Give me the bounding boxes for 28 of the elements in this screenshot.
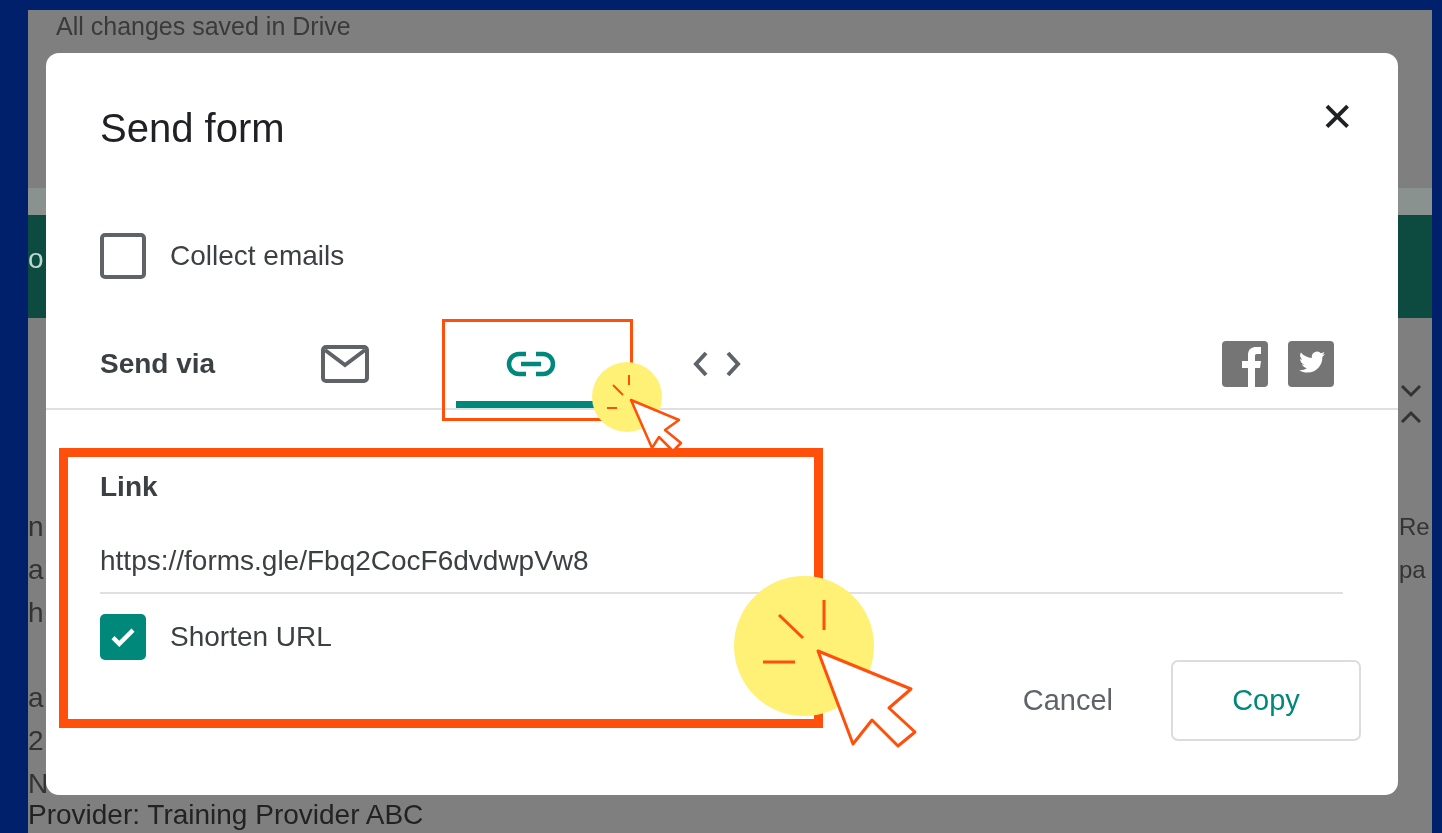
checkbox-label: Collect emails (170, 240, 345, 272)
background-text: h (28, 596, 44, 630)
background-text: 2 (28, 724, 45, 758)
background-text: Re (1399, 512, 1430, 542)
chevron-up-icon[interactable] (1400, 410, 1422, 424)
background-text: N (28, 767, 49, 801)
code-icon (693, 349, 741, 378)
twitter-icon[interactable] (1288, 340, 1334, 387)
checkbox[interactable] (100, 614, 146, 660)
background-text: o (28, 243, 44, 275)
background-text: pa (1399, 555, 1427, 585)
facebook-icon[interactable] (1222, 340, 1268, 387)
background-text: Provider: Training Provider ABC (28, 799, 424, 831)
dialog-title: Send form (100, 105, 285, 152)
background-text: n (28, 510, 44, 544)
send-via-label: Send via (100, 346, 217, 381)
checkbox[interactable] (100, 233, 146, 279)
link-icon (506, 350, 556, 377)
chevron-down-icon[interactable] (1400, 384, 1422, 398)
close-button[interactable]: ✕ (1320, 97, 1354, 137)
background-text: a (28, 553, 44, 587)
save-status: All changes saved in Drive (55, 11, 352, 40)
copy-button[interactable]: Copy (1171, 660, 1361, 741)
link-heading: Link (100, 470, 159, 504)
mail-icon (321, 344, 369, 383)
background-text: a (28, 681, 45, 715)
click-cursor-icon (734, 576, 917, 748)
checkbox-label: Shorten URL (170, 621, 332, 653)
